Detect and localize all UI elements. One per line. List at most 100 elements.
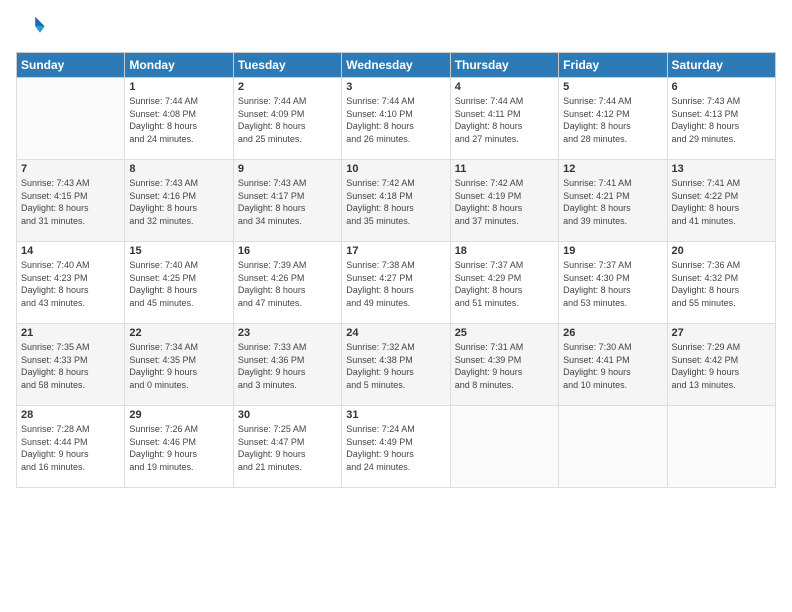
day-content-line: and 32 minutes. (129, 215, 228, 228)
day-content-line: and 16 minutes. (21, 461, 120, 474)
day-content: Sunrise: 7:33 AMSunset: 4:36 PMDaylight:… (238, 341, 337, 391)
weekday-header-tuesday: Tuesday (233, 53, 341, 78)
day-content-line: Sunrise: 7:30 AM (563, 341, 662, 354)
day-content-line: Daylight: 8 hours (563, 202, 662, 215)
day-number: 31 (346, 409, 445, 421)
calendar-week-row: 1Sunrise: 7:44 AMSunset: 4:08 PMDaylight… (17, 78, 776, 160)
day-content-line: Sunrise: 7:34 AM (129, 341, 228, 354)
calendar-cell: 18Sunrise: 7:37 AMSunset: 4:29 PMDayligh… (450, 242, 558, 324)
day-content-line: Sunset: 4:17 PM (238, 190, 337, 203)
day-number: 4 (455, 81, 554, 93)
weekday-header-wednesday: Wednesday (342, 53, 450, 78)
day-content-line: Daylight: 9 hours (21, 448, 120, 461)
day-content-line: Sunset: 4:41 PM (563, 354, 662, 367)
day-number: 7 (21, 163, 120, 175)
day-content-line: Sunrise: 7:36 AM (672, 259, 771, 272)
day-content-line: Daylight: 8 hours (129, 120, 228, 133)
day-content: Sunrise: 7:42 AMSunset: 4:19 PMDaylight:… (455, 177, 554, 227)
day-content-line: Sunset: 4:36 PM (238, 354, 337, 367)
calendar-cell: 17Sunrise: 7:38 AMSunset: 4:27 PMDayligh… (342, 242, 450, 324)
calendar-cell (667, 406, 775, 488)
day-content-line: Daylight: 8 hours (238, 284, 337, 297)
day-content: Sunrise: 7:43 AMSunset: 4:17 PMDaylight:… (238, 177, 337, 227)
day-content-line: Daylight: 8 hours (563, 284, 662, 297)
day-content-line: Sunset: 4:09 PM (238, 108, 337, 121)
day-content: Sunrise: 7:35 AMSunset: 4:33 PMDaylight:… (21, 341, 120, 391)
weekday-header-sunday: Sunday (17, 53, 125, 78)
day-content-line: Sunrise: 7:44 AM (346, 95, 445, 108)
calendar-cell (559, 406, 667, 488)
day-content-line: and 53 minutes. (563, 297, 662, 310)
day-content-line: Sunrise: 7:42 AM (346, 177, 445, 190)
day-content-line: and 27 minutes. (455, 133, 554, 146)
day-content-line: Sunset: 4:46 PM (129, 436, 228, 449)
day-content: Sunrise: 7:39 AMSunset: 4:26 PMDaylight:… (238, 259, 337, 309)
day-content-line: and 55 minutes. (672, 297, 771, 310)
day-content: Sunrise: 7:29 AMSunset: 4:42 PMDaylight:… (672, 341, 771, 391)
day-content-line: Daylight: 8 hours (129, 202, 228, 215)
calendar-cell: 25Sunrise: 7:31 AMSunset: 4:39 PMDayligh… (450, 324, 558, 406)
calendar-cell: 13Sunrise: 7:41 AMSunset: 4:22 PMDayligh… (667, 160, 775, 242)
day-content-line: and 21 minutes. (238, 461, 337, 474)
day-content: Sunrise: 7:24 AMSunset: 4:49 PMDaylight:… (346, 423, 445, 473)
day-content-line: Daylight: 8 hours (672, 120, 771, 133)
day-content-line: and 51 minutes. (455, 297, 554, 310)
day-content-line: Sunrise: 7:42 AM (455, 177, 554, 190)
day-content-line: Sunset: 4:15 PM (21, 190, 120, 203)
day-number: 5 (563, 81, 662, 93)
day-content-line: Sunset: 4:11 PM (455, 108, 554, 121)
day-number: 25 (455, 327, 554, 339)
day-content-line: Sunrise: 7:44 AM (129, 95, 228, 108)
day-content-line: and 24 minutes. (129, 133, 228, 146)
calendar-cell: 24Sunrise: 7:32 AMSunset: 4:38 PMDayligh… (342, 324, 450, 406)
day-number: 19 (563, 245, 662, 257)
day-content: Sunrise: 7:32 AMSunset: 4:38 PMDaylight:… (346, 341, 445, 391)
day-content: Sunrise: 7:42 AMSunset: 4:18 PMDaylight:… (346, 177, 445, 227)
day-number: 30 (238, 409, 337, 421)
day-number: 1 (129, 81, 228, 93)
calendar-cell: 20Sunrise: 7:36 AMSunset: 4:32 PMDayligh… (667, 242, 775, 324)
day-content-line: and 5 minutes. (346, 379, 445, 392)
day-content-line: and 25 minutes. (238, 133, 337, 146)
calendar-cell: 29Sunrise: 7:26 AMSunset: 4:46 PMDayligh… (125, 406, 233, 488)
calendar-cell: 5Sunrise: 7:44 AMSunset: 4:12 PMDaylight… (559, 78, 667, 160)
calendar-cell: 2Sunrise: 7:44 AMSunset: 4:09 PMDaylight… (233, 78, 341, 160)
day-content-line: and 8 minutes. (455, 379, 554, 392)
day-content-line: and 28 minutes. (563, 133, 662, 146)
day-content-line: Daylight: 8 hours (672, 202, 771, 215)
day-content-line: Sunrise: 7:41 AM (563, 177, 662, 190)
day-number: 3 (346, 81, 445, 93)
day-content-line: Sunset: 4:32 PM (672, 272, 771, 285)
calendar-cell: 30Sunrise: 7:25 AMSunset: 4:47 PMDayligh… (233, 406, 341, 488)
calendar-cell: 27Sunrise: 7:29 AMSunset: 4:42 PMDayligh… (667, 324, 775, 406)
day-content-line: Daylight: 8 hours (21, 202, 120, 215)
day-content-line: Daylight: 8 hours (455, 120, 554, 133)
day-content-line: Sunrise: 7:28 AM (21, 423, 120, 436)
day-content-line: Sunrise: 7:43 AM (21, 177, 120, 190)
day-content-line: Daylight: 9 hours (672, 366, 771, 379)
day-content-line: Sunset: 4:22 PM (672, 190, 771, 203)
day-content-line: Daylight: 9 hours (346, 448, 445, 461)
weekday-header-thursday: Thursday (450, 53, 558, 78)
day-content-line: Sunrise: 7:44 AM (238, 95, 337, 108)
day-number: 23 (238, 327, 337, 339)
day-content-line: and 26 minutes. (346, 133, 445, 146)
day-content-line: Daylight: 8 hours (238, 202, 337, 215)
day-content-line: and 3 minutes. (238, 379, 337, 392)
day-content-line: Sunset: 4:39 PM (455, 354, 554, 367)
day-number: 17 (346, 245, 445, 257)
day-content: Sunrise: 7:44 AMSunset: 4:09 PMDaylight:… (238, 95, 337, 145)
day-content-line: Daylight: 8 hours (455, 284, 554, 297)
day-content-line: Daylight: 9 hours (238, 366, 337, 379)
day-number: 12 (563, 163, 662, 175)
day-content: Sunrise: 7:37 AMSunset: 4:29 PMDaylight:… (455, 259, 554, 309)
day-number: 29 (129, 409, 228, 421)
day-content-line: Sunset: 4:33 PM (21, 354, 120, 367)
day-content-line: Sunset: 4:16 PM (129, 190, 228, 203)
day-content-line: Sunset: 4:27 PM (346, 272, 445, 285)
calendar-week-row: 28Sunrise: 7:28 AMSunset: 4:44 PMDayligh… (17, 406, 776, 488)
day-content-line: and 31 minutes. (21, 215, 120, 228)
day-content-line: and 0 minutes. (129, 379, 228, 392)
day-number: 8 (129, 163, 228, 175)
day-content-line: and 47 minutes. (238, 297, 337, 310)
